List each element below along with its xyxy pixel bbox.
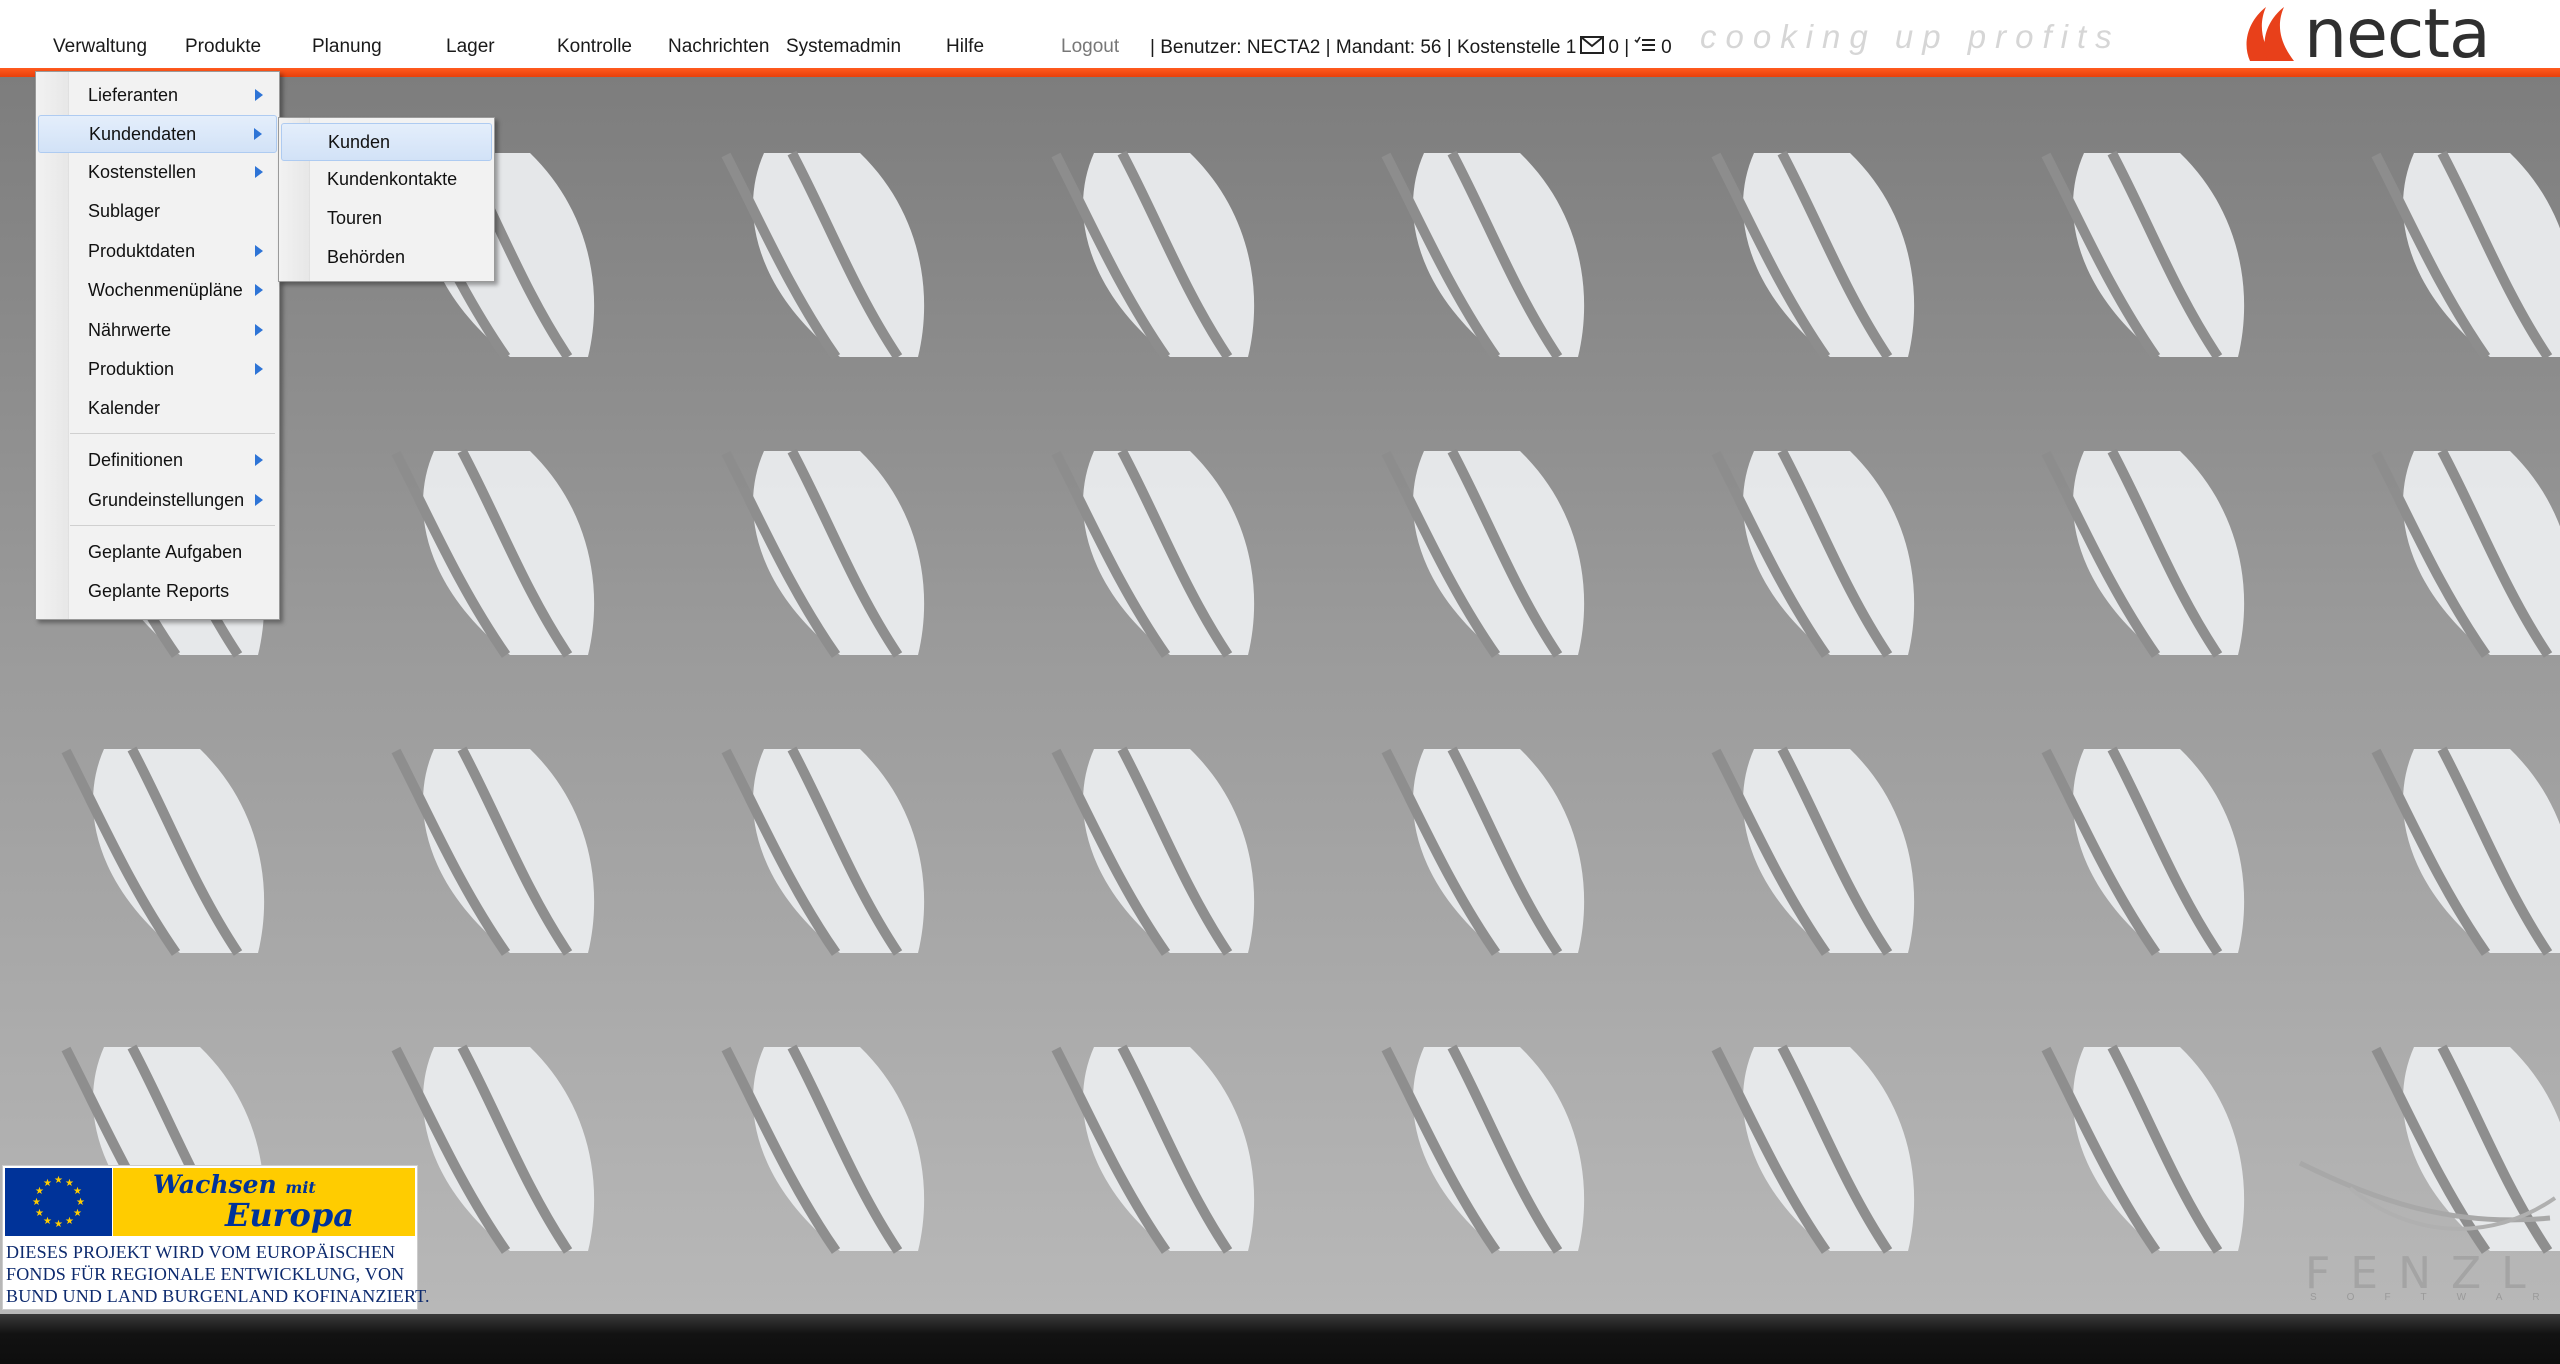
submenu-arrow-icon bbox=[255, 494, 263, 506]
user-info-text: | Benutzer: NECTA2 | Mandant: 56 | Koste… bbox=[1150, 37, 1577, 58]
menu-item-definitionen[interactable]: Definitionen bbox=[38, 442, 277, 478]
mail-icon[interactable] bbox=[1580, 36, 1605, 60]
accent-divider bbox=[0, 68, 2560, 77]
submenu-arrow-icon bbox=[255, 324, 263, 336]
eu-text-line3: BUND UND LAND BURGENLAND KOFINANZIERT. bbox=[6, 1286, 430, 1306]
menu-item-grundeinstellungen[interactable]: Grundeinstellungen bbox=[38, 482, 277, 518]
nav-produkte[interactable]: Produkte bbox=[185, 36, 261, 58]
submenu-arrow-icon bbox=[255, 89, 263, 101]
svg-text:★: ★ bbox=[32, 1197, 41, 1208]
menu-item-label: Grundeinstellungen bbox=[88, 490, 245, 510]
submenu-item-label: Kundenkontakte bbox=[327, 169, 458, 189]
verwaltung-dropdown-menu: Lieferanten Kundendaten Kostenstellen Su… bbox=[35, 71, 280, 620]
necta-flame-icon bbox=[2244, 3, 2300, 68]
brand-slogan: cooking up profits bbox=[1700, 18, 2121, 55]
user-status: | Benutzer: NECTA2 | Mandant: 56 | Koste… bbox=[1150, 36, 1672, 60]
submenu-arrow-icon bbox=[254, 128, 262, 140]
menu-item-label: Kalender bbox=[88, 398, 161, 418]
eu-flag-icon: ★ ★ ★ ★ ★ ★ ★ ★ ★ ★ ★ ★ bbox=[5, 1168, 112, 1236]
svg-text:★: ★ bbox=[43, 1216, 52, 1227]
bottom-status-bar bbox=[0, 1314, 2560, 1364]
fenzl-swirl-icon bbox=[2298, 1160, 2557, 1231]
svg-text:★: ★ bbox=[76, 1197, 85, 1208]
menu-item-label: Lieferanten bbox=[88, 85, 179, 105]
submenu-item-kundenkontakte[interactable]: Kundenkontakte bbox=[281, 161, 492, 197]
submenu-arrow-icon bbox=[255, 245, 263, 257]
menu-separator bbox=[70, 525, 275, 526]
menu-separator bbox=[70, 433, 275, 434]
menu-item-label: Produktion bbox=[88, 359, 175, 379]
logout-link[interactable]: Logout bbox=[1061, 36, 1119, 58]
eu-slogan-word2: mit bbox=[285, 1178, 316, 1197]
submenu-item-label: Kunden bbox=[328, 132, 391, 152]
eu-slogan-line1: Wachsen mit bbox=[153, 1170, 316, 1199]
menu-item-label: Wochenmenüpläne bbox=[88, 280, 243, 300]
menu-item-label: Definitionen bbox=[88, 450, 184, 470]
menu-item-produktdaten[interactable]: Produktdaten bbox=[38, 233, 277, 269]
menu-item-kostenstellen[interactable]: Kostenstellen bbox=[38, 154, 277, 190]
menu-item-label: Produktdaten bbox=[88, 241, 196, 261]
menu-item-geplante-aufgaben[interactable]: Geplante Aufgaben bbox=[38, 534, 277, 570]
menu-item-kundendaten[interactable]: Kundendaten bbox=[38, 115, 277, 153]
submenu-arrow-icon bbox=[255, 166, 263, 178]
leaf-grid bbox=[66, 153, 2560, 1251]
eu-slogan-word3: Europa bbox=[225, 1196, 354, 1234]
nav-verwaltung[interactable]: Verwaltung bbox=[53, 36, 147, 58]
necta-logo: necta bbox=[2244, 0, 2491, 74]
svg-text:★: ★ bbox=[54, 1175, 63, 1186]
submenu-item-touren[interactable]: Touren bbox=[281, 200, 492, 236]
nav-hilfe[interactable]: Hilfe bbox=[946, 36, 984, 58]
svg-text:★: ★ bbox=[54, 1219, 63, 1230]
submenu-arrow-icon bbox=[255, 284, 263, 296]
menu-item-kalender[interactable]: Kalender bbox=[38, 390, 277, 426]
eu-slogan-word1: Wachsen bbox=[153, 1170, 277, 1199]
tasks-count[interactable]: 0 bbox=[1661, 37, 1672, 59]
nav-nachrichten[interactable]: Nachrichten bbox=[668, 36, 769, 58]
menu-item-lieferanten[interactable]: Lieferanten bbox=[38, 77, 277, 113]
svg-text:★: ★ bbox=[73, 1186, 82, 1197]
menu-item-naehrwerte[interactable]: Nährwerte bbox=[38, 312, 277, 348]
menu-item-label: Kundendaten bbox=[89, 124, 197, 144]
submenu-item-behoerden[interactable]: Behörden bbox=[281, 239, 492, 275]
submenu-item-label: Behörden bbox=[327, 247, 406, 267]
menu-item-label: Sublager bbox=[88, 201, 161, 221]
nav-kontrolle[interactable]: Kontrolle bbox=[557, 36, 632, 58]
menu-item-sublager[interactable]: Sublager bbox=[38, 193, 277, 229]
messages-count[interactable]: 0 | bbox=[1608, 37, 1629, 59]
task-list-icon[interactable] bbox=[1633, 36, 1657, 60]
submenu-arrow-icon bbox=[255, 454, 263, 466]
fenzl-subtitle: SOFTWARE bbox=[2310, 1292, 2560, 1303]
svg-text:★: ★ bbox=[65, 1216, 74, 1227]
eu-slogan: Wachsen mit Europa bbox=[113, 1168, 415, 1236]
menu-item-wochenmenueplaene[interactable]: Wochenmenüpläne bbox=[38, 272, 277, 308]
menu-item-label: Kostenstellen bbox=[88, 162, 197, 182]
top-navigation-bar: Verwaltung Produkte Planung Lager Kontro… bbox=[0, 0, 2560, 74]
eu-funding-badge: ★ ★ ★ ★ ★ ★ ★ ★ ★ ★ ★ ★ Wachsen mit Euro… bbox=[2, 1165, 429, 1310]
menu-item-produktion[interactable]: Produktion bbox=[38, 351, 277, 387]
menu-item-label: Geplante Reports bbox=[88, 581, 230, 601]
submenu-item-kunden[interactable]: Kunden bbox=[281, 123, 492, 161]
logo-text: necta bbox=[2304, 0, 2491, 74]
menu-item-label: Nährwerte bbox=[88, 320, 172, 340]
eu-text-line2: FONDS FÜR REGIONALE ENTWICKLUNG, VON bbox=[6, 1264, 405, 1284]
nav-systemadmin[interactable]: Systemadmin bbox=[786, 36, 901, 58]
svg-text:★: ★ bbox=[73, 1208, 82, 1219]
submenu-item-label: Touren bbox=[327, 208, 383, 228]
nav-planung[interactable]: Planung bbox=[312, 36, 382, 58]
submenu-arrow-icon bbox=[255, 363, 263, 375]
menu-item-label: Geplante Aufgaben bbox=[88, 542, 243, 562]
svg-text:★: ★ bbox=[43, 1178, 52, 1189]
menu-item-geplante-reports[interactable]: Geplante Reports bbox=[38, 573, 277, 609]
eu-text-line1: DIESES PROJEKT WIRD VOM EUROPÄISCHEN bbox=[6, 1242, 396, 1262]
svg-text:★: ★ bbox=[35, 1208, 44, 1219]
nav-lager[interactable]: Lager bbox=[446, 36, 495, 58]
kundendaten-submenu: Kunden Kundenkontakte Touren Behörden bbox=[278, 117, 495, 282]
